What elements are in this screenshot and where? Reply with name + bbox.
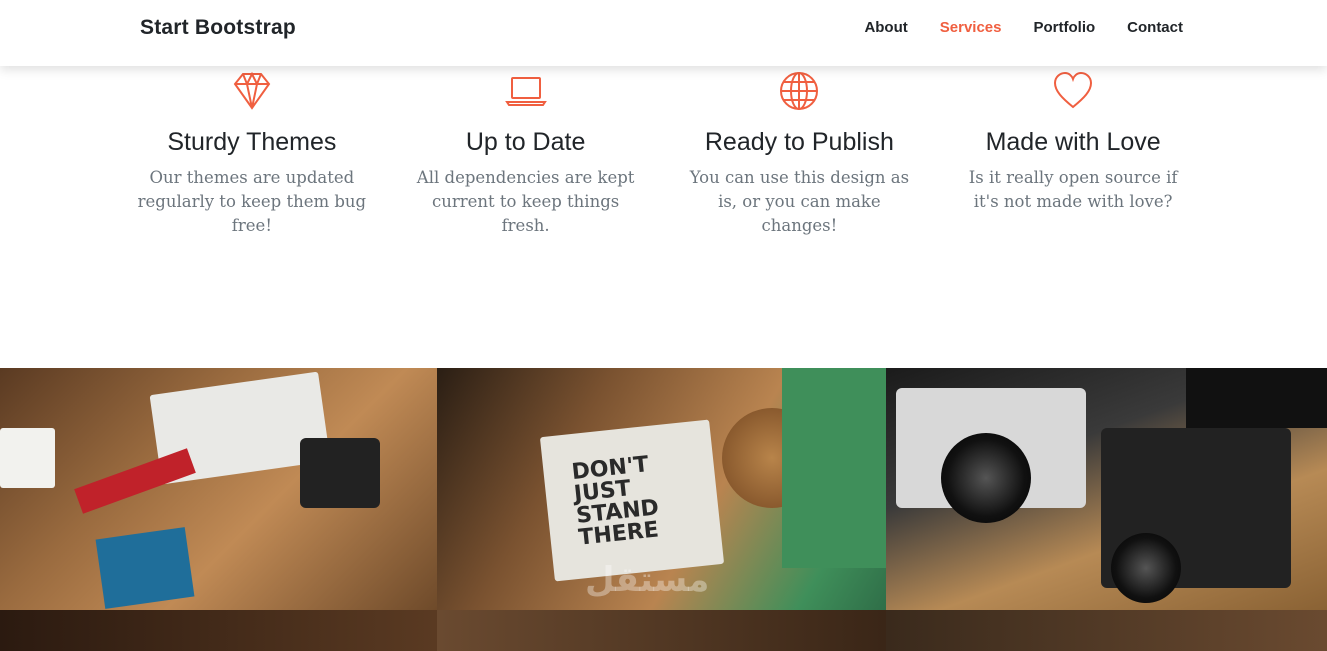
- green-mug-image: [782, 368, 886, 568]
- card-image: [0, 428, 55, 488]
- heart-icon: [936, 70, 1210, 116]
- nav-links: About Services Portfolio Contact: [864, 19, 1183, 36]
- service-text: Is it really open source if it's not mad…: [968, 168, 1178, 211]
- portfolio-item-5[interactable]: [437, 610, 886, 651]
- service-made-with-love: Made with Love Is it really open source …: [936, 70, 1210, 270]
- lens-left-image: [941, 433, 1031, 523]
- service-title: Sturdy Themes: [167, 128, 337, 156]
- nav-link-portfolio[interactable]: Portfolio: [1034, 19, 1096, 36]
- camera-image: [300, 438, 380, 508]
- service-title: Up to Date: [465, 128, 586, 156]
- nav-link-about[interactable]: About: [864, 19, 907, 36]
- portfolio-item-4[interactable]: [0, 610, 437, 651]
- notebook-cover-text: DON'T JUST STAND THERE: [570, 452, 661, 551]
- portfolio-item-1[interactable]: [0, 368, 437, 610]
- nav-link-services[interactable]: Services: [940, 19, 1002, 36]
- portfolio-item-3[interactable]: [886, 368, 1327, 610]
- service-sturdy-themes: Sturdy Themes Our themes are updated reg…: [115, 70, 389, 270]
- service-ready-to-publish: Ready to Publish You can use this design…: [663, 70, 937, 270]
- brand-link[interactable]: Start Bootstrap: [140, 16, 296, 40]
- service-up-to-date: Up to Date All dependencies are kept cur…: [389, 70, 663, 270]
- lens-right-image: [1111, 533, 1181, 603]
- nav-link-contact[interactable]: Contact: [1127, 19, 1183, 36]
- laptop-icon: [389, 70, 663, 116]
- service-text: You can use this design as is, or you ca…: [689, 168, 910, 235]
- diamond-icon: [115, 70, 389, 116]
- watermark-logo: مستقل: [585, 560, 710, 600]
- portfolio-item-6[interactable]: [886, 610, 1327, 651]
- service-text: All dependencies are kept current to kee…: [416, 168, 635, 235]
- notebook-image: DON'T JUST STAND THERE: [539, 419, 725, 582]
- notebook-image: [95, 527, 195, 609]
- portfolio-grid: DON'T JUST STAND THERE: [0, 368, 1327, 651]
- service-title: Made with Love: [985, 128, 1161, 156]
- navbar: Start Bootstrap About Services Portfolio…: [0, 0, 1327, 66]
- service-text: Our themes are updated regularly to keep…: [137, 168, 367, 235]
- service-title: Ready to Publish: [704, 128, 894, 156]
- services-section: Sturdy Themes Our themes are updated reg…: [115, 70, 1210, 270]
- lens-background-image: [1186, 368, 1327, 428]
- globe-icon: [663, 70, 937, 116]
